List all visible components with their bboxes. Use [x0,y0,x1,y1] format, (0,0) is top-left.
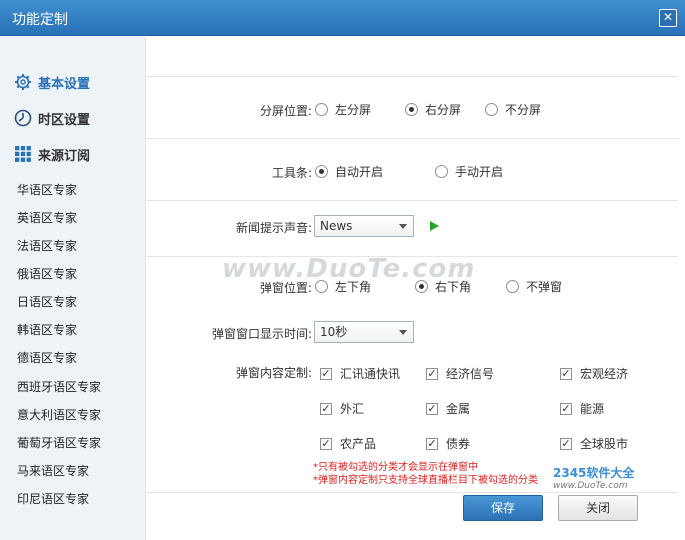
check-bond[interactable]: ✓ 债券 [426,435,470,452]
sidebar-header-label: 基本设置 [38,76,91,92]
save-button[interactable]: 保存 [463,495,543,521]
divider [146,138,678,139]
radio-dot [435,165,448,178]
radio-label: 自动开启 [335,165,384,179]
brand-watermark-name: 2345软件大全 [553,466,635,480]
checkbox-label: 债券 [446,437,471,451]
sidebar-item[interactable]: 意大利语区专家 [17,406,101,423]
radio-dot [405,103,418,116]
note-line-2: *弹窗内容定制只支持全球直播栏目下被勾选的分类 [313,475,538,486]
check-forex[interactable]: ✓ 外汇 [320,400,364,417]
radio-dot [315,165,328,178]
check-global-stock[interactable]: ✓ 全球股市 [560,435,628,452]
checkbox-label: 农产品 [340,437,377,451]
popup-time-select[interactable]: 10秒 [314,321,414,343]
split-none-radio[interactable]: 不分屏 [485,101,541,118]
radio-label: 右分屏 [425,103,462,117]
popup-bottom-left-radio[interactable]: 左下角 [315,278,371,295]
grid-icon [15,146,31,162]
radio-label: 左下角 [335,280,372,294]
footer-divider [146,492,678,493]
check-macro[interactable]: ✓ 宏观经济 [560,365,628,382]
sidebar-header-sources[interactable]: 来源订阅 [14,144,90,164]
popup-bottom-right-radio[interactable]: 右下角 [415,278,471,295]
checkbox-label: 宏观经济 [580,367,629,381]
checkbox-label: 汇讯通快讯 [340,367,401,381]
checkbox-checked: ✓ [426,436,438,450]
sound-select-value: News [320,219,353,233]
toolbar-manual-radio[interactable]: 手动开启 [435,163,503,180]
radio-dot [315,280,328,293]
sidebar-item[interactable]: 马来语区专家 [17,462,89,479]
sidebar-item[interactable]: 西班牙语区专家 [17,378,101,395]
popup-none-radio[interactable]: 不弹窗 [506,278,562,295]
checkbox-checked: ✓ [560,366,572,380]
popup-content-label: 弹窗内容定制: [235,366,312,380]
checkbox-checked: ✓ [560,436,572,450]
toolbar-label: 工具条: [271,166,312,180]
close-dialog-button[interactable]: 关闭 [558,495,638,521]
sidebar-header-label: 时区设置 [38,112,91,128]
title-bar: 功能定制 ✕ [0,0,685,36]
sidebar-item[interactable]: 印尼语区专家 [17,490,89,507]
radio-label: 不分屏 [505,103,542,117]
sound-select[interactable]: News [314,215,414,237]
popup-time-label: 弹窗窗口显示时间: [211,327,312,341]
sidebar-item[interactable]: 葡萄牙语区专家 [17,434,101,451]
radio-label: 左分屏 [335,103,372,117]
checkbox-checked: ✓ [320,436,332,450]
toolbar-auto-radio[interactable]: 自动开启 [315,163,383,180]
popup-time-select-value: 10秒 [320,325,348,339]
close-button[interactable]: ✕ [659,9,677,27]
checkbox-label: 经济信号 [446,367,495,381]
radio-label: 手动开启 [455,165,504,179]
check-metal[interactable]: ✓ 金属 [426,400,470,417]
divider [146,76,678,77]
sidebar-item[interactable]: 德语区专家 [17,349,77,366]
checkbox-label: 全球股市 [580,437,629,451]
clock-icon [14,109,32,127]
radio-label: 右下角 [435,280,472,294]
sound-label: 新闻提示声音: [235,221,312,235]
window-title: 功能定制 [12,12,68,28]
checkbox-checked: ✓ [320,401,332,415]
sidebar-item[interactable]: 法语区专家 [17,237,77,254]
check-energy[interactable]: ✓ 能源 [560,400,604,417]
checkbox-checked: ✓ [320,366,332,380]
split-right-radio[interactable]: 右分屏 [405,101,461,118]
sidebar-header-label: 来源订阅 [38,148,91,164]
brand-watermark-url: www.DuoTe.com [553,481,628,491]
radio-label: 不弹窗 [526,280,563,294]
sidebar-item[interactable]: 俄语区专家 [17,265,77,282]
radio-dot [506,280,519,293]
sidebar-item[interactable]: 华语区专家 [17,181,77,198]
sidebar-header-timezone[interactable]: 时区设置 [14,108,90,128]
split-label: 分屏位置: [259,104,312,118]
sidebar-item[interactable]: 英语区专家 [17,209,77,226]
sidebar-item[interactable]: 韩语区专家 [17,321,77,338]
checkbox-checked: ✓ [426,366,438,380]
close-icon: ✕ [662,10,674,24]
checkbox-label: 外汇 [340,402,365,416]
gear-icon [15,74,31,90]
sidebar-item[interactable]: 日语区专家 [17,293,77,310]
checkbox-label: 金属 [446,402,471,416]
check-econ-signal[interactable]: ✓ 经济信号 [426,365,494,382]
radio-dot [485,103,498,116]
check-agri[interactable]: ✓ 农产品 [320,435,376,452]
divider [146,200,678,201]
sidebar-header-basic[interactable]: 基本设置 [14,72,90,92]
check-huixun[interactable]: ✓ 汇讯通快讯 [320,365,400,382]
checkbox-label: 能源 [580,402,605,416]
chevron-down-icon [399,330,407,335]
brand-watermark: 2345软件大全 www.DuoTe.com [553,464,634,491]
chevron-down-icon [399,224,407,229]
split-left-radio[interactable]: 左分屏 [315,101,371,118]
radio-dot [315,103,328,116]
radio-dot [415,280,428,293]
checkbox-checked: ✓ [426,401,438,415]
play-icon[interactable] [430,221,439,231]
popup-position-label: 弹窗位置: [259,281,312,295]
checkbox-checked: ✓ [560,401,572,415]
